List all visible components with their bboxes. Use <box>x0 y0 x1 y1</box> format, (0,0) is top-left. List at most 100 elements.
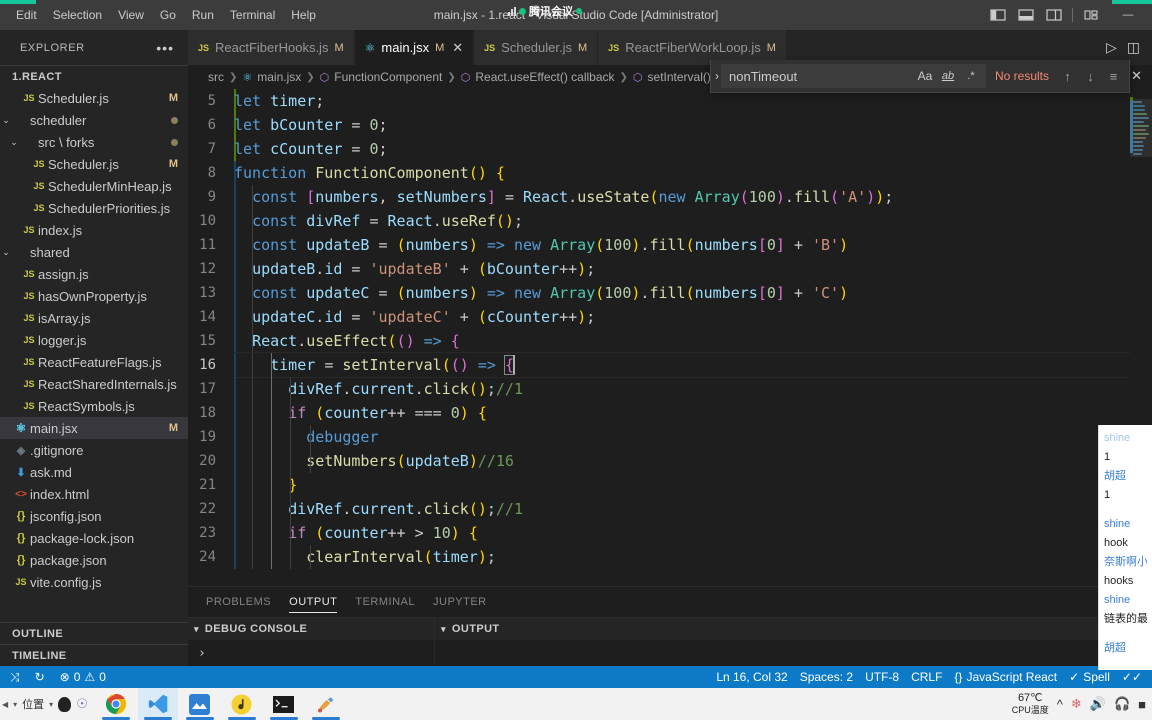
customize-layout-icon[interactable] <box>1078 4 1104 26</box>
taskbar-terminal[interactable] <box>264 688 304 720</box>
code-line[interactable]: 11 const updateB = (numbers) => new Arra… <box>188 233 1152 257</box>
file-tree-item[interactable]: JS isArray.js <box>0 307 188 329</box>
code-line[interactable]: 15 React.useEffect(() => { <box>188 329 1152 353</box>
output-header[interactable]: ▾ OUTPUT <box>435 618 1152 640</box>
code-line[interactable]: 13 const updateC = (numbers) => new Arra… <box>188 281 1152 305</box>
volume-icon[interactable]: 🔊 <box>1090 696 1106 712</box>
find-previous-icon[interactable]: ↑ <box>1057 66 1078 87</box>
remote-window-indicator[interactable]: ⤨ <box>4 666 26 688</box>
sync-changes-button[interactable]: ↻ <box>29 666 51 688</box>
close-find-icon[interactable]: ✕ <box>1126 66 1147 87</box>
chevron-down-icon[interactable]: ▾ <box>13 700 17 709</box>
breadcrumb-item[interactable]: main.jsx <box>257 70 301 84</box>
file-tree-item[interactable]: {} package.json <box>0 549 188 571</box>
code-line[interactable]: 24 clearInterval(timer); <box>188 545 1152 569</box>
file-tree-item[interactable]: JS Scheduler.js M <box>0 153 188 175</box>
find-input[interactable]: nonTimeout Aa ab .* <box>721 64 986 88</box>
breadcrumb-item[interactable]: src <box>208 70 224 84</box>
file-tree-item[interactable]: JS index.js <box>0 219 188 241</box>
code-line[interactable]: 20 setNumbers(updateB)//16 <box>188 449 1152 473</box>
file-tree-item[interactable]: JS SchedulerPriorities.js <box>0 197 188 219</box>
regex-icon[interactable]: .* <box>961 66 981 86</box>
menu-item-run[interactable]: Run <box>184 4 222 26</box>
taskbar-paint[interactable] <box>306 688 346 720</box>
file-tree-item[interactable]: JS hasOwnProperty.js <box>0 285 188 307</box>
whole-word-icon[interactable]: ab <box>938 66 958 86</box>
code-line[interactable]: 18 if (counter++ === 0) { <box>188 401 1152 425</box>
minimize-button[interactable]: — <box>1106 0 1150 30</box>
file-tree-item[interactable]: JS Scheduler.js M <box>0 87 188 109</box>
problems-status[interactable]: ⊗ 0 ⚠ 0 <box>54 666 112 688</box>
toggle-panel-icon[interactable] <box>1013 4 1039 26</box>
code-line[interactable]: 8 function FunctionComponent() { <box>188 161 1152 185</box>
meeting-chat-panel[interactable]: shine 1 胡超 1 shine hook 奈斯啊小 hooks shine 链表的最 胡超 <box>1098 425 1152 670</box>
taskbar-music[interactable] <box>222 688 262 720</box>
code-line[interactable]: 19 debugger <box>188 425 1152 449</box>
cpu-temperature[interactable]: 67℃ CPU温度 <box>1012 692 1049 716</box>
file-tree-item[interactable]: ⬇ ask.md <box>0 461 188 483</box>
explorer-more-icon[interactable]: ••• <box>156 40 174 56</box>
file-tree-item[interactable]: JS vite.config.js <box>0 571 188 593</box>
output-body[interactable] <box>435 640 1152 666</box>
timeline-section[interactable]: TIMELINE <box>0 644 188 666</box>
debug-console-body[interactable]: › <box>188 640 434 666</box>
editor-tab[interactable]: JS ReactFiberHooks.js M <box>188 30 355 65</box>
panel-tab[interactable]: JUPYTER <box>433 587 487 617</box>
file-tree-item[interactable]: JS ReactSharedInternals.js <box>0 373 188 395</box>
headset-icon[interactable]: 🎧 <box>1114 696 1130 712</box>
status-indentation[interactable]: Spaces: 2 <box>794 666 859 688</box>
battery-icon[interactable]: ■ <box>1138 697 1146 712</box>
code-line[interactable]: 21 } <box>188 473 1152 497</box>
file-tree-item[interactable]: JS ReactSymbols.js <box>0 395 188 417</box>
code-line[interactable]: 6 let bCounter = 0; <box>188 113 1152 137</box>
file-tree-item[interactable]: {} package-lock.json <box>0 527 188 549</box>
menu-item-view[interactable]: View <box>110 4 152 26</box>
code-line[interactable]: 12 updateB.id = 'updateB' + (bCounter++)… <box>188 257 1152 281</box>
code-line[interactable]: 10 const divRef = React.useRef(); <box>188 209 1152 233</box>
status-cursor-position[interactable]: Ln 16, Col 32 <box>710 666 793 688</box>
code-editor[interactable]: 5 let timer; 6 let bCounter = 0; 7 let cCount… <box>188 89 1152 586</box>
file-tree-item[interactable]: JS assign.js <box>0 263 188 285</box>
run-icon[interactable]: ▷ <box>1106 39 1117 56</box>
show-hidden-icons[interactable]: ^ <box>1057 697 1063 712</box>
status-encoding[interactable]: UTF-8 <box>859 666 905 688</box>
file-tree[interactable]: JS Scheduler.js M ⌄ scheduler ⌄ src \ forks JS S… <box>0 87 188 644</box>
file-tree-item[interactable]: JS logger.js <box>0 329 188 351</box>
menu-item-terminal[interactable]: Terminal <box>222 4 283 26</box>
file-tree-item[interactable]: ⌄ shared <box>0 241 188 263</box>
find-widget[interactable]: › nonTimeout Aa ab .* No results ↑ ↓ ≡ ✕ <box>710 60 1142 93</box>
breadcrumb-item[interactable]: React.useEffect() callback <box>475 70 614 84</box>
chevron-left-icon[interactable]: ◀ <box>2 700 8 709</box>
file-tree-item[interactable]: <> index.html <box>0 483 188 505</box>
toggle-primary-sidebar-icon[interactable] <box>985 4 1011 26</box>
taskbar-chrome[interactable] <box>96 688 136 720</box>
taskbar-app-3[interactable] <box>180 688 220 720</box>
toggle-secondary-sidebar-icon[interactable] <box>1041 4 1067 26</box>
panel-tab[interactable]: OUTPUT <box>289 587 338 617</box>
explorer-folder-root[interactable]: 1.REACT <box>0 65 188 87</box>
find-in-selection-icon[interactable]: ≡ <box>1103 66 1124 87</box>
breadcrumb-item[interactable]: FunctionComponent <box>334 70 442 84</box>
panel-tab[interactable]: TERMINAL <box>355 587 415 617</box>
menu-item-edit[interactable]: Edit <box>8 4 45 26</box>
find-next-icon[interactable]: ↓ <box>1080 66 1101 87</box>
menu-item-help[interactable]: Help <box>283 4 324 26</box>
chevron-down-icon[interactable]: ⌄ <box>0 115 12 126</box>
file-tree-item[interactable]: ⚛ main.jsx M <box>0 417 188 439</box>
split-editor-icon[interactable]: ◫ <box>1127 39 1140 56</box>
file-tree-item[interactable]: JS SchedulerMinHeap.js <box>0 175 188 197</box>
editor-tab[interactable]: JS Scheduler.js M <box>474 30 599 65</box>
chevron-down-icon[interactable]: ⌄ <box>0 247 12 258</box>
menu-item-selection[interactable]: Selection <box>45 4 110 26</box>
qq-icon[interactable] <box>58 696 72 712</box>
code-line[interactable]: 7 let cCounter = 0; <box>188 137 1152 161</box>
close-icon[interactable]: ✕ <box>452 40 463 56</box>
editor-tab[interactable]: ⚛ main.jsx M ✕ <box>354 30 475 65</box>
code-line[interactable]: 22 divRef.current.click();//1 <box>188 497 1152 521</box>
browser-icon[interactable]: ☉ <box>76 696 88 712</box>
status-eol[interactable]: CRLF <box>905 666 948 688</box>
debug-console-header[interactable]: ▾ DEBUG CONSOLE <box>188 618 434 640</box>
taskbar-vscode[interactable] <box>137 688 178 720</box>
status-language-mode[interactable]: {} JavaScript React <box>948 666 1063 688</box>
match-case-icon[interactable]: Aa <box>915 66 935 86</box>
